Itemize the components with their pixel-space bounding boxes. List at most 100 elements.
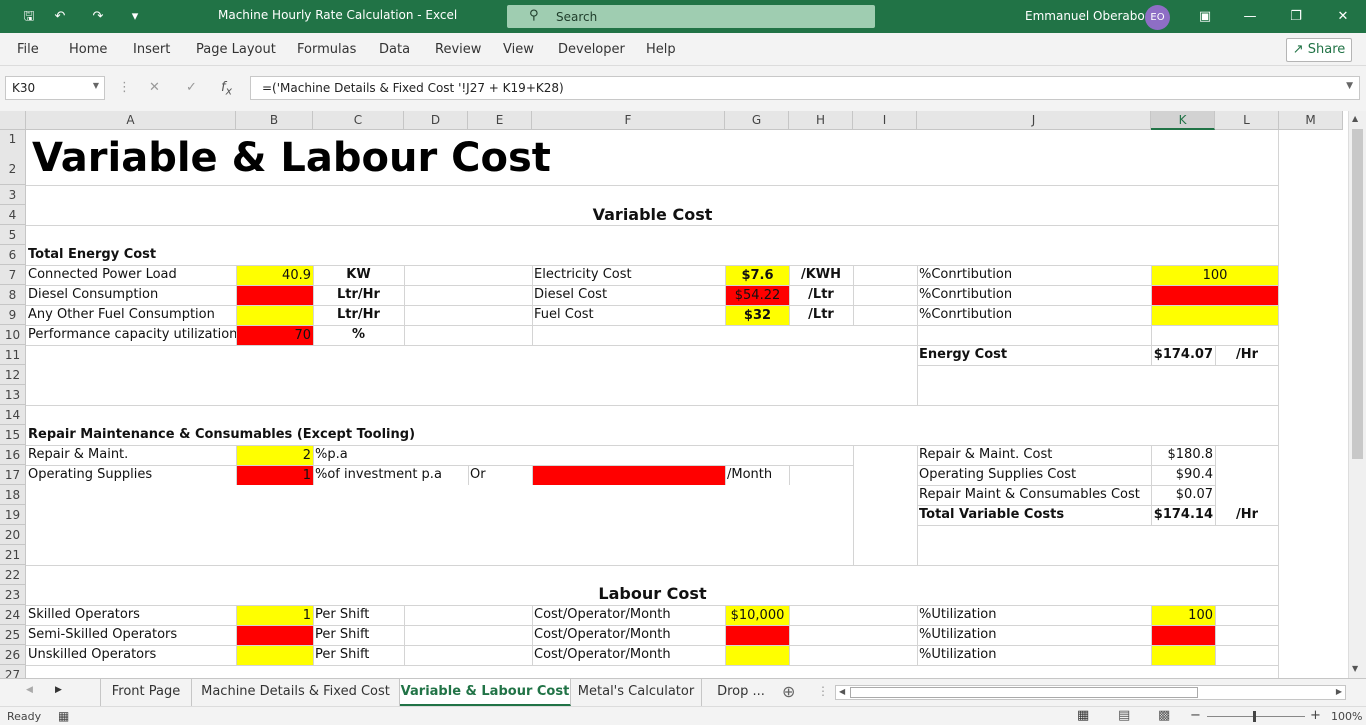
per-shift-unit[interactable]: Per Shift (313, 605, 404, 625)
cost-per-operator-label[interactable]: Cost/Operator/Month (532, 605, 725, 625)
diesel-consumption-label[interactable]: Diesel Consumption (26, 285, 236, 305)
semi-skilled-utilization-value[interactable] (1152, 626, 1215, 645)
other-fuel-consumption-value[interactable] (237, 306, 313, 325)
select-all-corner[interactable] (0, 111, 26, 130)
column-header-g[interactable]: G (725, 111, 789, 130)
repair-consumables-cost-label[interactable]: Repair Maint & Consumables Cost (917, 485, 1151, 505)
unskilled-operators-value[interactable] (237, 646, 313, 665)
column-header-e[interactable]: E (468, 111, 532, 130)
column-header-k[interactable]: K (1151, 111, 1215, 130)
row-header[interactable]: 15 (0, 425, 26, 445)
horizontal-scrollbar[interactable]: ◀ ▶ (835, 685, 1346, 700)
row-header[interactable]: 12 (0, 365, 26, 385)
tab-variable-labour-cost[interactable]: Variable & Labour Cost (400, 679, 571, 706)
row-header[interactable]: 12 (0, 130, 26, 185)
contribution-label[interactable]: %Conrtibution (917, 305, 1151, 325)
tab-scroll-left-icon[interactable]: ◀ (26, 685, 33, 695)
repair-consumables-cost-value[interactable]: $0.07 (1151, 485, 1215, 505)
row-header[interactable]: 9 (0, 305, 26, 325)
menu-help[interactable]: Help (646, 42, 676, 57)
per-hour-unit[interactable]: /Hr (1215, 505, 1279, 525)
scroll-thumb[interactable] (1352, 129, 1363, 459)
per-shift-unit[interactable]: Per Shift (313, 645, 404, 665)
sheet-title[interactable]: Variable & Labour Cost (30, 133, 630, 183)
add-sheet-icon[interactable]: ⊕ (782, 682, 795, 701)
row-header[interactable]: 14 (0, 405, 26, 425)
column-header-i[interactable]: I (853, 111, 917, 130)
operating-supplies-label[interactable]: Operating Supplies (26, 465, 236, 485)
other-fuel-consumption-label[interactable]: Any Other Fuel Consumption (26, 305, 236, 325)
row-header[interactable]: 18 (0, 485, 26, 505)
normal-view-icon[interactable]: ▦ (1077, 708, 1089, 723)
tab-front-page[interactable]: Front Page (100, 679, 192, 706)
skilled-cost-value[interactable]: $10,000 (726, 606, 789, 625)
row-header[interactable]: 8 (0, 285, 26, 305)
ltr-hr-unit[interactable]: Ltr/Hr (313, 305, 404, 325)
expand-formula-icon[interactable]: ▼ (1346, 81, 1353, 91)
ltr-unit[interactable]: /Ltr (789, 305, 853, 325)
redo-icon[interactable]: ↷ (88, 7, 108, 27)
contribution-label[interactable]: %Conrtibution (917, 265, 1151, 285)
row-header[interactable]: 26 (0, 645, 26, 665)
repair-maintenance-header[interactable]: Repair Maintenance & Consumables (Except… (26, 425, 526, 445)
diesel-cost-value[interactable]: $54.22 (726, 286, 789, 305)
column-header-l[interactable]: L (1215, 111, 1279, 130)
electricity-cost-label[interactable]: Electricity Cost (532, 265, 725, 285)
kwh-unit[interactable]: /KWH (789, 265, 853, 285)
ltr-unit[interactable]: /Ltr (789, 285, 853, 305)
menu-page-layout[interactable]: Page Layout (196, 42, 276, 57)
zoom-slider[interactable] (1207, 716, 1305, 717)
search-box[interactable]: ⚲ Search (507, 5, 875, 28)
diesel-consumption-value[interactable] (237, 286, 313, 305)
menu-formulas[interactable]: Formulas (297, 42, 356, 57)
per-month-unit[interactable]: /Month (725, 465, 789, 485)
cost-per-operator-label[interactable]: Cost/Operator/Month (532, 625, 725, 645)
utilization-label[interactable]: %Utilization (917, 645, 1151, 665)
investment-pa-unit[interactable]: %of investment p.a (313, 465, 468, 485)
column-header-a[interactable]: A (26, 111, 236, 130)
column-header-f[interactable]: F (532, 111, 725, 130)
ltr-hr-unit[interactable]: Ltr/Hr (313, 285, 404, 305)
utilization-label[interactable]: %Utilization (917, 605, 1151, 625)
scroll-right-icon[interactable]: ▶ (1336, 687, 1342, 696)
column-header-b[interactable]: B (236, 111, 313, 130)
monthly-supplies-value[interactable] (533, 466, 725, 485)
menu-view[interactable]: View (503, 42, 534, 57)
cancel-icon[interactable]: ✕ (149, 80, 160, 95)
ribbon-display-icon[interactable]: ▣ (1195, 7, 1215, 27)
row-header[interactable]: 27 (0, 665, 26, 678)
page-break-view-icon[interactable]: ▩ (1158, 708, 1170, 723)
menu-developer[interactable]: Developer (558, 42, 625, 57)
total-variable-costs-value[interactable]: $174.14 (1151, 505, 1215, 525)
connected-power-load-value[interactable]: 40.9 (237, 266, 313, 285)
repair-maint-cost-value[interactable]: $180.8 (1151, 445, 1215, 465)
column-header-j[interactable]: J (917, 111, 1151, 130)
customize-toolbar-icon[interactable]: ▾ (125, 7, 145, 27)
formula-input[interactable]: =('Machine Details & Fixed Cost '!J27 + … (250, 76, 1360, 100)
row-header[interactable]: 16 (0, 445, 26, 465)
macro-recording-icon[interactable]: ▦ (58, 709, 69, 723)
user-name[interactable]: Emmanuel Oberabor (1025, 9, 1150, 23)
skilled-operators-label[interactable]: Skilled Operators (26, 605, 236, 625)
scroll-thumb[interactable] (850, 687, 1198, 698)
tab-drop[interactable]: Drop ... (702, 679, 780, 706)
unskilled-operators-label[interactable]: Unskilled Operators (26, 645, 236, 665)
zoom-level[interactable]: 100% (1331, 710, 1362, 723)
unskilled-cost-value[interactable] (726, 646, 789, 665)
skilled-utilization-value[interactable]: 100 (1152, 606, 1215, 625)
repair-maint-value[interactable]: 2 (237, 446, 313, 465)
connected-power-load-label[interactable]: Connected Power Load (26, 265, 236, 285)
zoom-out-icon[interactable]: − (1190, 708, 1201, 723)
energy-cost-value[interactable]: $174.07 (1151, 345, 1215, 365)
name-box[interactable]: K30 ▼ (5, 76, 105, 100)
scroll-left-icon[interactable]: ◀ (839, 687, 845, 696)
repair-maint-label[interactable]: Repair & Maint. (26, 445, 236, 465)
repair-maint-cost-label[interactable]: Repair & Maint. Cost (917, 445, 1151, 465)
row-header[interactable]: 20 (0, 525, 26, 545)
per-hour-unit[interactable]: /Hr (1215, 345, 1279, 365)
total-variable-costs-label[interactable]: Total Variable Costs (917, 505, 1151, 525)
capacity-utilization-value[interactable]: 70 (237, 326, 313, 345)
undo-icon[interactable]: ↶ (50, 7, 70, 27)
column-header-h[interactable]: H (789, 111, 853, 130)
tab-metals-calculator[interactable]: Metal's Calculator (571, 679, 702, 706)
